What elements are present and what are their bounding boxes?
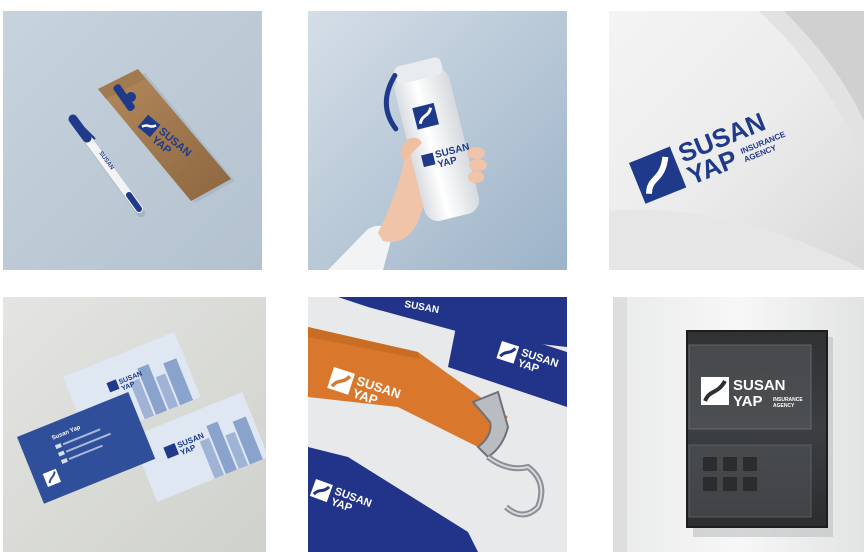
paper-mockup-image: SUSAN YAP INSURANCE AGENCY: [609, 11, 864, 270]
pen-case-mockup-image: SUSAN YAP SUSAN: [3, 11, 262, 270]
pen-case-mockup-tile: SUSAN YAP SUSAN: [3, 11, 262, 270]
glass-sign-mockup-tile: SUSAN YAP INSURANCE AGENCY: [613, 297, 864, 552]
lanyard-mockup-image: SUSAN SUSAN YAP SUSAN YAP SUSAN YAP: [308, 297, 567, 552]
glass-sign-mockup-image: SUSAN YAP INSURANCE AGENCY: [613, 297, 864, 552]
glass-sign-panel: SUSAN YAP INSURANCE AGENCY: [686, 330, 828, 528]
water-bottle-mockup-tile: SUSAN YAP: [308, 11, 567, 270]
business-card-mockup-tile: SUSAN YAP SUSAN YAP Susan Yap: [3, 297, 266, 552]
paper-mockup-tile: SUSAN YAP INSURANCE AGENCY: [609, 11, 864, 270]
lanyard-mockup-tile: SUSAN SUSAN YAP SUSAN YAP SUSAN YAP: [308, 297, 567, 552]
business-card-mockup-image: SUSAN YAP SUSAN YAP Susan Yap: [3, 297, 266, 552]
water-bottle-mockup-image: SUSAN YAP: [308, 11, 567, 270]
sign-logo-line2: YAP: [733, 393, 762, 410]
sign-tagline-line2: AGENCY: [773, 403, 795, 409]
sign-logo-line1: SUSAN: [733, 377, 786, 394]
